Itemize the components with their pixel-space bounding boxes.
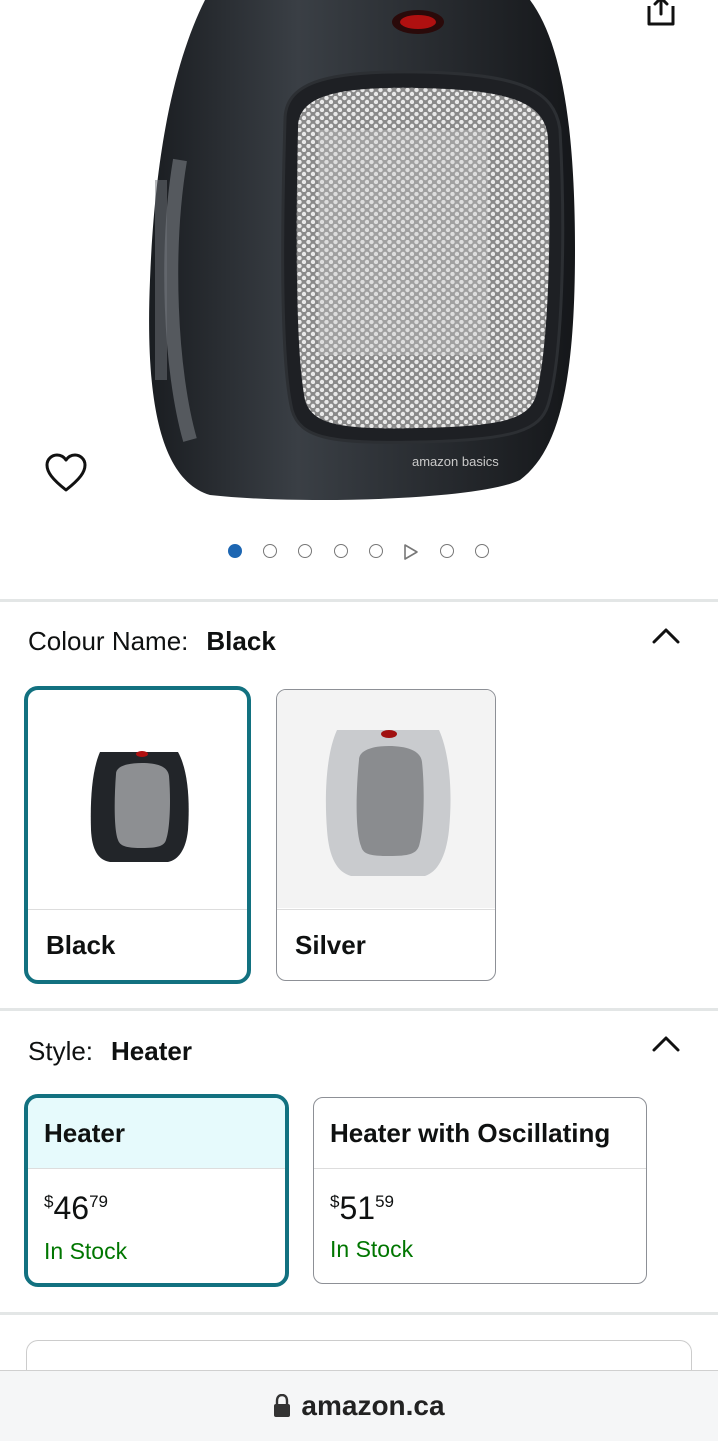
style-option-price: $5159: [330, 1190, 394, 1226]
swatch-label: Black: [28, 909, 247, 980]
product-image-gallery[interactable]: amazon basics: [0, 0, 718, 600]
browser-url-bar[interactable]: amazon.ca: [0, 1370, 718, 1441]
style-option-heater[interactable]: Heater $4679 In Stock: [24, 1094, 289, 1287]
url-text: amazon.ca: [301, 1390, 445, 1421]
section-divider: [0, 1312, 718, 1315]
pagination-dot[interactable]: [298, 544, 312, 558]
swatch-image: [277, 690, 495, 908]
style-selected-value: Heater: [111, 1036, 192, 1066]
lock-icon: [274, 1394, 291, 1417]
swatch-image: [28, 690, 247, 908]
pagination-dot[interactable]: [263, 544, 277, 558]
swatch-label: Silver: [277, 909, 495, 980]
heart-icon[interactable]: [44, 452, 88, 494]
style-option-title: Heater: [28, 1098, 285, 1169]
pagination-dot[interactable]: [475, 544, 489, 558]
pagination-dot[interactable]: [334, 544, 348, 558]
chevron-up-icon[interactable]: [650, 1032, 682, 1054]
availability-text: In Stock: [44, 1238, 128, 1264]
colour-label: Colour Name: Black: [28, 626, 276, 656]
section-divider: [0, 599, 718, 602]
style-option-heater-with-oscillating[interactable]: Heater with Oscillating $5159 In Stock: [313, 1097, 647, 1284]
image-pagination: [0, 540, 718, 564]
colour-option-silver[interactable]: Silver: [276, 689, 496, 981]
section-divider: [0, 1008, 718, 1011]
style-option-title: Heater with Oscillating: [314, 1098, 646, 1169]
video-play-icon[interactable]: [403, 543, 419, 561]
pagination-dot[interactable]: [228, 544, 242, 558]
share-icon[interactable]: [644, 0, 678, 30]
colour-option-black[interactable]: Black: [24, 686, 251, 984]
brand-logo: amazon basics: [412, 454, 499, 469]
pagination-dot[interactable]: [440, 544, 454, 558]
style-label: Style: Heater: [28, 1036, 192, 1066]
chevron-up-icon[interactable]: [650, 624, 682, 646]
colour-selected-value: Black: [206, 626, 276, 656]
pagination-dot[interactable]: [369, 544, 383, 558]
product-image: amazon basics: [149, 0, 576, 500]
style-option-price: $4679: [44, 1190, 108, 1226]
availability-text: In Stock: [330, 1236, 414, 1262]
